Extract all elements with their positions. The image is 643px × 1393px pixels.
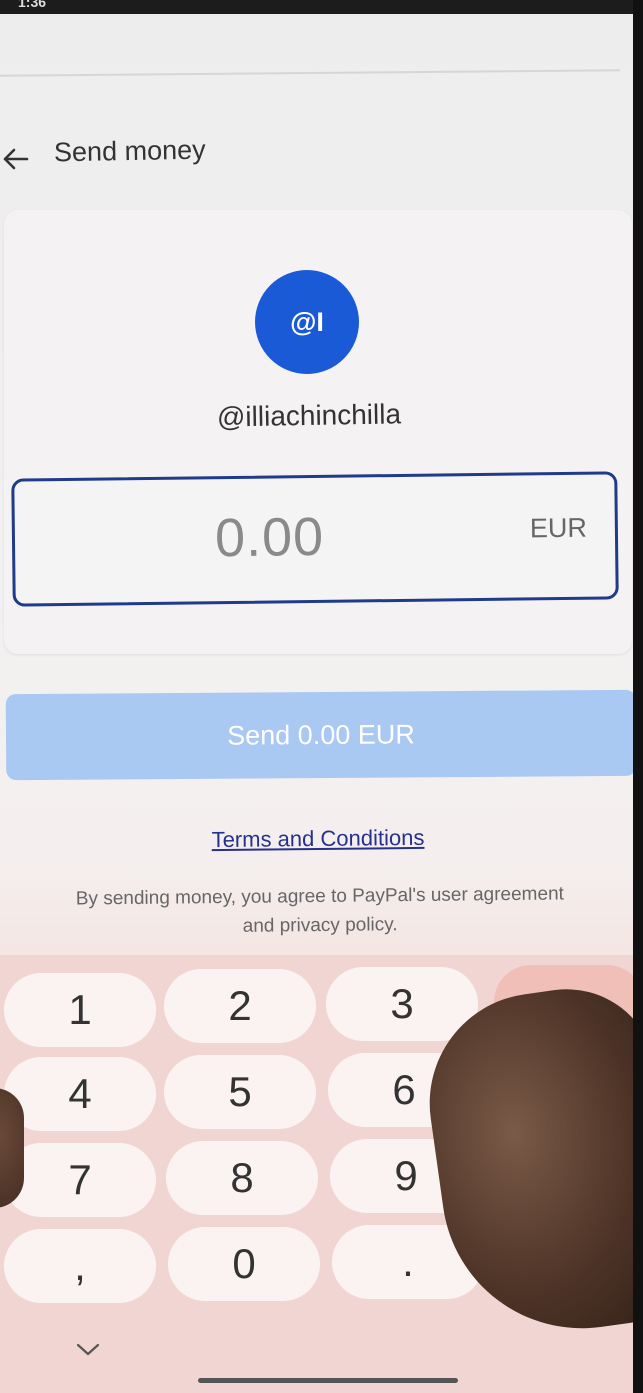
app-screen: 1:36 Send money @I @illiachinchilla 0.00… bbox=[0, 0, 643, 1393]
collapse-keyboard-button[interactable] bbox=[70, 1337, 106, 1361]
currency-label: EUR bbox=[529, 512, 588, 544]
page-title: Send money bbox=[53, 134, 206, 168]
chevron-down-icon bbox=[76, 1343, 100, 1356]
send-button-label: Send 0.00 EUR bbox=[227, 718, 415, 751]
top-divider bbox=[0, 69, 620, 77]
key-7[interactable]: 7 bbox=[4, 1143, 156, 1217]
status-bar: 1:36 bbox=[0, 0, 643, 14]
send-button[interactable]: Send 0.00 EUR bbox=[5, 689, 637, 781]
key-1[interactable]: 1 bbox=[4, 973, 156, 1047]
key-3[interactable]: 3 bbox=[326, 967, 478, 1041]
arrow-left-icon bbox=[3, 148, 29, 170]
amount-value: 0.00 bbox=[214, 506, 325, 569]
key-5[interactable]: 5 bbox=[164, 1055, 316, 1129]
key-0[interactable]: 0 bbox=[168, 1227, 320, 1301]
recipient-card: @I @illiachinchilla 0.00 EUR bbox=[4, 210, 632, 654]
home-indicator[interactable] bbox=[198, 1378, 458, 1383]
status-time: 1:36 bbox=[18, 0, 47, 10]
terms-and-conditions-link[interactable]: Terms and Conditions bbox=[0, 823, 636, 856]
device-bezel bbox=[633, 0, 643, 1393]
recipient-username: @illiachinchilla bbox=[216, 398, 402, 433]
key-2[interactable]: 2 bbox=[164, 969, 316, 1043]
amount-input[interactable]: 0.00 EUR bbox=[11, 471, 619, 607]
key-4[interactable]: 4 bbox=[4, 1057, 156, 1131]
key-8[interactable]: 8 bbox=[166, 1141, 318, 1215]
header: Send money bbox=[0, 128, 620, 184]
legal-disclaimer: By sending money, you agree to PayPal's … bbox=[75, 883, 564, 937]
finger-left bbox=[0, 1088, 24, 1208]
key-comma[interactable]: , bbox=[4, 1229, 156, 1303]
avatar: @I bbox=[255, 270, 359, 374]
avatar-initials: @I bbox=[290, 306, 324, 337]
back-button[interactable] bbox=[0, 142, 34, 176]
